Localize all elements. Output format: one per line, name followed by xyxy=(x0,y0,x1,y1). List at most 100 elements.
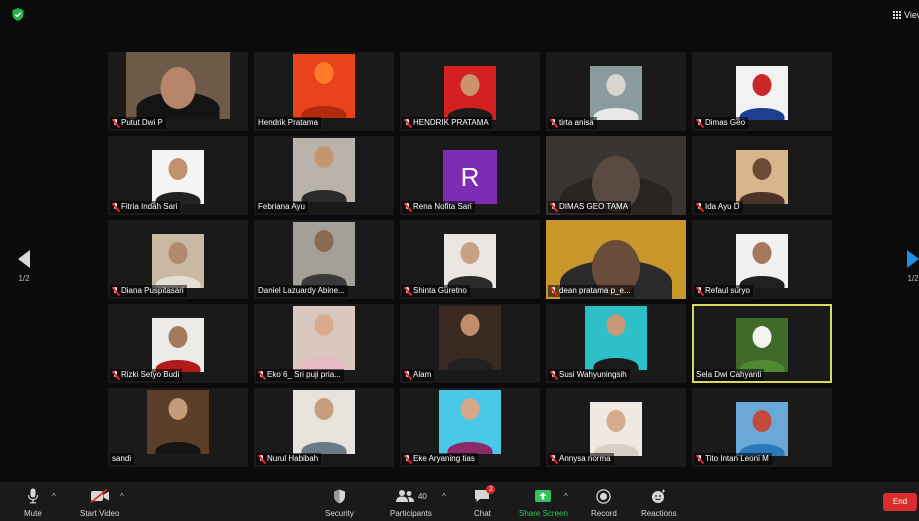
participant-name: Tito Intan Leoni M xyxy=(705,454,769,463)
participants-options-caret[interactable]: ^ xyxy=(442,487,446,505)
participant-name: sandi xyxy=(112,454,132,463)
security-button[interactable]: Security xyxy=(325,487,354,518)
participant-video xyxy=(126,52,230,119)
participant-tile[interactable]: HENDRIK PRATAMA xyxy=(400,52,540,131)
share-screen-icon xyxy=(535,490,552,502)
participant-video xyxy=(439,306,501,370)
next-page-button[interactable]: 1/2 xyxy=(901,250,919,283)
participant-name: Febriana Ayu xyxy=(258,202,305,211)
participant-video xyxy=(736,66,788,120)
participant-name-label: Dimas Geo xyxy=(694,117,749,129)
meeting-toolbar: Mute ^ Start Video ^ Security 40 Partici… xyxy=(0,482,919,521)
end-meeting-button[interactable]: End xyxy=(883,493,917,511)
participant-name-label: Refaul suryo xyxy=(694,285,753,297)
share-options-caret[interactable]: ^ xyxy=(564,487,568,505)
participant-name-label: Daniel Lazuardy Abine... xyxy=(256,285,348,297)
share-screen-label: Share Screen xyxy=(519,509,568,518)
microphone-muted-icon xyxy=(550,286,557,296)
chat-button[interactable]: 2 Chat xyxy=(474,485,496,518)
participant-tile[interactable]: Febriana Ayu xyxy=(254,136,394,215)
participant-tile[interactable]: Dimas Geo xyxy=(692,52,832,131)
microphone-muted-icon xyxy=(696,454,703,464)
participant-name-label: Rena Nofita Sari xyxy=(402,201,475,213)
participant-tile[interactable]: sandi xyxy=(108,388,248,467)
chat-label: Chat xyxy=(474,509,491,518)
view-label: View xyxy=(904,10,919,20)
microphone-muted-icon xyxy=(550,202,557,212)
participant-tile[interactable]: Susi Wahyuningsih xyxy=(546,304,686,383)
microphone-muted-icon xyxy=(550,454,557,464)
microphone-muted-icon xyxy=(112,370,119,380)
participant-name-label: Hendrik Pratama xyxy=(256,117,322,129)
participant-video xyxy=(590,66,642,120)
participant-name-label: Putut Dwi P xyxy=(110,117,166,129)
participant-tile[interactable]: Alam xyxy=(400,304,540,383)
participant-name: HENDRIK PRATAMA xyxy=(413,118,489,127)
participant-name: Alam xyxy=(413,370,432,379)
previous-page-button[interactable]: 1/2 xyxy=(12,250,36,283)
participant-video xyxy=(585,306,647,370)
participant-video xyxy=(152,150,204,204)
microphone-muted-icon xyxy=(112,202,119,212)
participant-tile[interactable]: Refaul suryo xyxy=(692,220,832,299)
participant-video xyxy=(444,66,496,120)
participant-name-label: Rizki Setyo Budi xyxy=(110,369,183,381)
participant-tile[interactable]: R Rena Nofita Sari xyxy=(400,136,540,215)
participant-tile[interactable]: Putut Dwi P xyxy=(108,52,248,131)
participant-tile[interactable]: Eke Aryaning tias xyxy=(400,388,540,467)
start-video-button[interactable]: Start Video xyxy=(80,487,119,518)
participant-name-label: Sela Dwi Cahyanti xyxy=(694,369,765,381)
participant-video xyxy=(736,234,788,288)
smiley-reaction-icon xyxy=(652,489,666,503)
participant-tile[interactable]: tirta anisa xyxy=(546,52,686,131)
participant-name: Hendrik Pratama xyxy=(258,118,319,127)
participant-tile[interactable]: Hendrik Pratama xyxy=(254,52,394,131)
participant-tile[interactable]: Rizki Setyo Budi xyxy=(108,304,248,383)
participant-tile[interactable]: Ida Ayu D xyxy=(692,136,832,215)
reactions-button[interactable]: Reactions xyxy=(641,487,677,518)
participant-name-label: Tito Intan Leoni M xyxy=(694,453,772,465)
participant-name: Fitria Indah Sari xyxy=(121,202,178,211)
participant-video xyxy=(293,306,355,370)
participant-tile[interactable]: dean pratama p_e... xyxy=(546,220,686,299)
meeting-top-bar: View xyxy=(0,0,919,28)
participant-name: Refaul suryo xyxy=(705,286,750,295)
participant-tile[interactable]: Nurul Habibah xyxy=(254,388,394,467)
participant-tile[interactable]: Tito Intan Leoni M xyxy=(692,388,832,467)
arrow-right-icon xyxy=(907,250,919,268)
view-button[interactable]: View xyxy=(893,8,919,22)
participant-name-label: Diana Puspitasari xyxy=(110,285,187,297)
participant-name-label: HENDRIK PRATAMA xyxy=(402,117,492,129)
participant-tile[interactable]: Fitria Indah Sari xyxy=(108,136,248,215)
participant-video xyxy=(293,222,355,286)
encryption-shield-icon[interactable] xyxy=(12,8,24,21)
participant-tile[interactable]: Daniel Lazuardy Abine... xyxy=(254,220,394,299)
participant-name: DIMAS GEO TAMA xyxy=(559,202,629,211)
gallery-grid-icon xyxy=(893,11,901,19)
participant-name-label: Susi Wahyuningsih xyxy=(548,369,630,381)
participant-tile[interactable]: Eko 6_ Sri puji pria... xyxy=(254,304,394,383)
participant-tile[interactable]: Diana Puspitasari xyxy=(108,220,248,299)
audio-options-caret[interactable]: ^ xyxy=(52,487,56,505)
participant-name: Diana Puspitasari xyxy=(121,286,184,295)
participant-name-label: DIMAS GEO TAMA xyxy=(548,201,632,213)
participant-name: Putut Dwi P xyxy=(121,118,163,127)
participant-initial-avatar: R xyxy=(443,150,497,204)
record-button[interactable]: Record xyxy=(591,487,617,518)
video-options-caret[interactable]: ^ xyxy=(120,487,124,505)
participant-name: Ida Ayu D xyxy=(705,202,740,211)
participant-name-label: Fitria Indah Sari xyxy=(110,201,181,213)
mute-button[interactable]: Mute xyxy=(24,487,42,518)
participant-video xyxy=(736,150,788,204)
participant-video xyxy=(736,402,788,456)
participant-tile-active-speaker[interactable]: Sela Dwi Cahyanti xyxy=(692,304,832,383)
chevron-up-icon: ^ xyxy=(120,491,124,501)
participant-tile[interactable]: DIMAS GEO TAMA xyxy=(546,136,686,215)
participants-button[interactable]: 40 Participants xyxy=(390,487,432,518)
participant-tile[interactable]: Annysa norma xyxy=(546,388,686,467)
participant-tile[interactable]: Shinta Guretno xyxy=(400,220,540,299)
participant-video xyxy=(152,318,204,372)
reactions-label: Reactions xyxy=(641,509,677,518)
participant-name: Annysa norma xyxy=(559,454,611,463)
share-screen-button[interactable]: Share Screen xyxy=(519,487,568,518)
